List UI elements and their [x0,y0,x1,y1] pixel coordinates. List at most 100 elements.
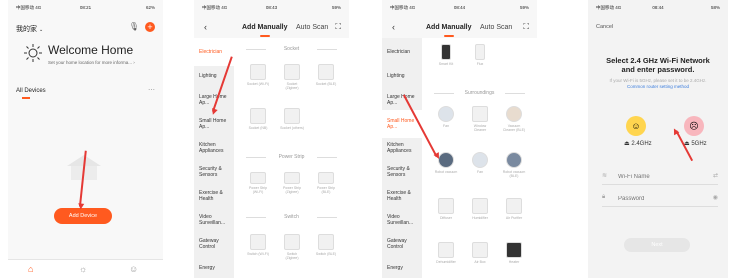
status-bar: 中国移动 4G 08:43 59% [194,5,349,17]
section-surroundings: Surroundings [422,90,537,96]
status-bar: 中国移动 4G 08:44 58% [588,5,728,17]
cancel-button[interactable]: Cancel [596,24,613,30]
device-tile[interactable]: Switch (Wi-Fi) [246,234,270,256]
router-setting-link[interactable]: Common router setting method [627,84,689,89]
profile-icon[interactable]: ☺ [129,264,138,274]
scan-icon[interactable]: ⛶ [523,22,529,32]
eye-icon[interactable]: ◉ [713,194,718,201]
back-icon[interactable]: ‹ [204,22,207,32]
category-energy[interactable]: Energy [194,254,234,278]
screen-wifi-setup: 中国移动 4G 08:44 58% Cancel Select 2.4 GHz … [588,0,728,278]
device-tile[interactable]: Window Cleaner [468,106,492,132]
category-sidebar: Electrician Lighting Large Home Ap... Sm… [382,38,422,278]
socket-icon [284,64,300,80]
home-selector[interactable]: 我的家 ⌄ [16,24,43,34]
wifi-hint: If your Wi-Fi is 5GHz, please set it to … [609,78,707,89]
welcome-title: Welcome Home [48,43,134,57]
wifi-title: Select 2.4 GHz Wi-Fi Network and enter p… [606,56,710,74]
home-icon[interactable]: ⌂ [28,264,33,274]
device-tile[interactable]: Dehumidifier [434,242,458,264]
wifi-name-input[interactable] [616,170,700,184]
power-strip-icon [318,172,334,184]
next-button[interactable]: Next [624,238,690,252]
home-name: 我的家 [16,26,37,33]
vacuum-icon [506,106,522,122]
add-icon[interactable]: + [145,22,155,32]
device-tile[interactable]: Robot vacuum (BLE) [502,152,526,178]
air-box-icon [472,242,488,258]
welcome-subtitle[interactable]: Set your home location for more informa.… [48,60,135,65]
all-devices-tab[interactable]: All Devices [16,88,46,94]
router-icon: ⏏ [624,141,630,147]
device-tile[interactable]: Fan [468,152,492,174]
screen-add-manually-small-home: 中国移动 4G 08:44 59% ‹ Add Manually Auto Sc… [382,0,537,278]
switch-icon [250,234,266,250]
band-5ghz: ⏏ 5GHz [684,141,707,147]
wifi-name-field[interactable]: ≋ ⇄ [602,170,718,185]
clock: 08:21 [79,5,92,10]
device-tile[interactable]: Socket (others) [280,108,304,130]
device-tile[interactable]: Air Purifier [502,198,526,220]
sun-icon [24,44,42,62]
device-tile[interactable]: Air Box [468,242,492,264]
add-device-button[interactable]: Add Device [54,208,112,224]
clock: 08:44 [453,5,466,10]
password-field[interactable]: 🔒︎ ◉ [602,192,718,207]
device-tile[interactable]: Flux [468,44,492,66]
device-tile[interactable]: Power Strip (Zigbee) [280,172,304,194]
smart-kit-icon [441,44,451,60]
clock: 08:44 [652,5,664,10]
chevron-down-icon: ⌄ [38,27,44,33]
tab-underline [22,97,30,99]
device-tile[interactable]: Heater [502,242,526,264]
scan-icon[interactable]: ⛶ [335,22,341,32]
scene-icon[interactable]: ☼ [79,264,87,274]
air-purifier-icon [506,198,522,214]
lock-icon: 🔒︎ [602,194,606,200]
status-bar: 中国移动 4G 08:44 59% [382,5,537,17]
device-tile[interactable]: Smart Kit [434,44,458,66]
device-tile[interactable]: Socket (BLE) [314,64,338,86]
clock: 08:43 [265,5,278,10]
tab-add-manually[interactable]: Add Manually [426,24,472,31]
category-sidebar: Electrician Lighting Large Home Ap... Sm… [194,38,234,278]
happy-face-icon: ☺ [626,116,646,136]
microphone-icon[interactable]: 🎙 [129,22,139,31]
device-tile[interactable]: Switch (BLE) [314,234,338,256]
device-tile[interactable]: Fan [434,106,458,128]
tab-bar: ⌂ ☼ ☺ [8,259,163,278]
more-icon[interactable]: ⋯ [148,86,155,94]
password-input[interactable] [616,192,700,206]
status-bar: 中国移动 4G 08:21 62% [8,5,163,17]
battery: 58% [710,5,720,10]
fan-icon [472,152,488,168]
socket-icon [250,64,266,80]
section-power-strip: Power Strip [234,154,349,160]
power-strip-icon [250,172,266,184]
wifi-icon: ≋ [602,173,608,179]
socket-icon [250,108,266,124]
heater-icon [506,242,522,258]
category-energy[interactable]: Energy [382,254,422,278]
device-tile[interactable]: Vacuum Cleaner (BLE) [502,106,526,132]
fan-icon [438,106,454,122]
device-tile[interactable]: Power Strip (Wi-Fi) [246,172,270,194]
tab-auto-scan[interactable]: Auto Scan [296,24,328,31]
device-tile[interactable]: Socket (NB) [246,108,270,130]
device-tile[interactable]: Diffuser [434,198,458,220]
tab-auto-scan[interactable]: Auto Scan [480,24,512,31]
humidifier-icon [472,198,488,214]
battery: 59% [331,5,341,10]
back-icon[interactable]: ‹ [392,22,395,32]
robot-vacuum-icon [506,152,522,168]
device-tile[interactable]: Switch (Zigbee) [280,234,304,260]
device-tile[interactable]: Socket (Zigbee) [280,64,304,90]
switch-icon [284,234,300,250]
tab-add-manually[interactable]: Add Manually [242,24,288,31]
device-grid: Socket Socket (Wi-Fi) Socket (Zigbee) So… [234,38,349,278]
sad-face-icon: ☹ [684,116,704,136]
device-tile[interactable]: Power Strip (BLE) [314,172,338,194]
device-tile[interactable]: Humidifier [468,198,492,220]
switch-network-icon[interactable]: ⇄ [713,172,718,179]
device-tile[interactable]: Socket (Wi-Fi) [246,64,270,86]
